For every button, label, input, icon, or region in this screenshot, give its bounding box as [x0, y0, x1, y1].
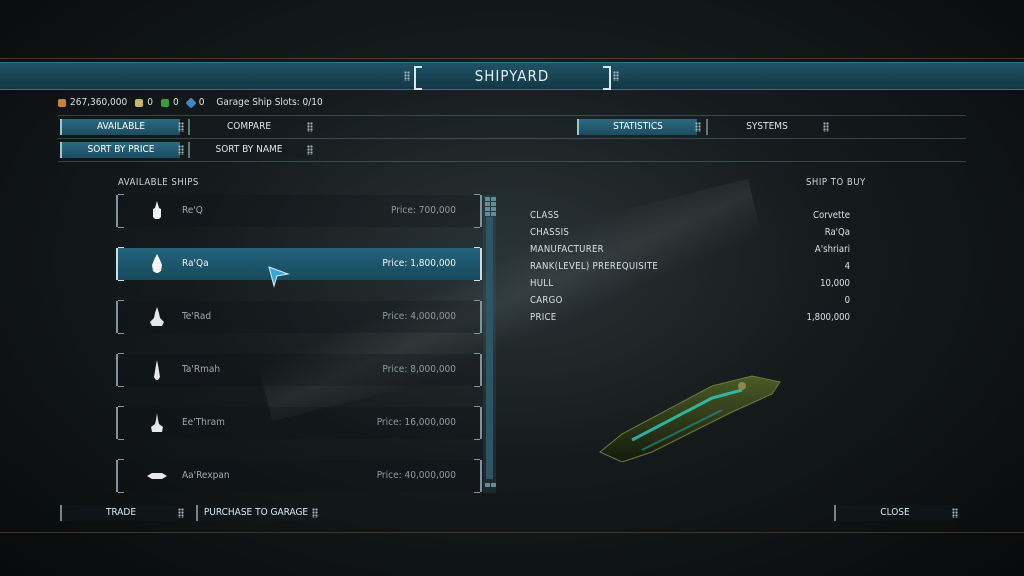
divider — [58, 138, 966, 139]
stat-value: 0 — [844, 295, 850, 306]
stat-value: A'shriari — [814, 244, 850, 255]
stat-value: 4 — [844, 261, 850, 272]
tab-statistics[interactable]: STATISTICS — [577, 119, 697, 135]
stat-row: MANUFACTURER A'shriari — [530, 241, 850, 258]
stat-row: PRICE 1,800,000 — [530, 309, 850, 326]
ship-name: Te'Rad — [182, 311, 212, 322]
title-bracket-right — [603, 66, 611, 90]
ship-item-raqa[interactable]: Ra'Qa Price: 1,800,000 — [116, 247, 482, 281]
stat-row: HULL 10,000 — [530, 275, 850, 292]
stat-value: 1,800,000 — [806, 312, 850, 323]
ship-name: Ee'Thram — [182, 417, 225, 428]
stat-label: MANUFACTURER — [530, 244, 604, 255]
resource-4-value: 0 — [198, 97, 205, 108]
crystal-icon — [160, 98, 169, 107]
stat-label: RANK(LEVEL) PREREQUISITE — [530, 261, 659, 272]
ship-silhouette-icon — [153, 201, 161, 219]
stat-row: RANK(LEVEL) PREREQUISITE 4 — [530, 258, 850, 275]
grip-icon — [695, 122, 701, 132]
garage-slots: Garage Ship Slots: 0/10 — [216, 97, 323, 108]
ship-silhouette-icon — [147, 473, 167, 479]
tab-systems[interactable]: SYSTEMS — [706, 119, 826, 135]
bottom-divider — [0, 532, 1024, 533]
ship-price: Price: 1,800,000 — [382, 258, 456, 269]
ship-to-buy-heading: SHIP TO BUY — [806, 177, 866, 188]
gear-icon — [135, 98, 144, 107]
title-bar: SHIPYARD — [0, 62, 1024, 90]
cursor-arrow-icon — [268, 266, 290, 288]
credits-value: 267,360,000 — [70, 97, 128, 108]
ship-name: Ra'Qa — [182, 258, 209, 269]
ship-list-scrollbar[interactable] — [483, 195, 496, 493]
stat-value: Corvette — [813, 210, 850, 221]
tab-available[interactable]: AVAILABLE — [60, 119, 180, 135]
divider — [58, 115, 966, 116]
resource-2-value: 0 — [147, 97, 153, 108]
tab-compare[interactable]: COMPARE — [188, 119, 308, 135]
scroll-down-icon[interactable] — [485, 483, 496, 488]
ship-price: Price: 8,000,000 — [382, 364, 456, 375]
grip-icon — [307, 122, 313, 132]
grip-icon — [312, 508, 318, 518]
divider — [58, 161, 966, 162]
ship-price: Price: 4,000,000 — [382, 311, 456, 322]
sort-by-name-button[interactable]: SORT BY NAME — [188, 142, 308, 158]
ship-item-terad[interactable]: Te'Rad Price: 4,000,000 — [116, 300, 482, 334]
top-divider — [0, 58, 1024, 59]
sort-by-price-button[interactable]: SORT BY PRICE — [60, 142, 180, 158]
grip-icon — [823, 122, 829, 132]
ship-statistics: CLASS Corvette CHASSIS Ra'Qa MANUFACTURER A… — [530, 207, 850, 326]
ship-silhouette-icon — [151, 413, 163, 432]
stat-row: CHASSIS Ra'Qa — [530, 224, 850, 241]
grip-icon — [178, 122, 184, 132]
ship-price: Price: 700,000 — [390, 205, 456, 216]
ship-silhouette-icon — [150, 307, 164, 326]
purchase-to-garage-button[interactable]: PURCHASE TO GARAGE — [196, 505, 314, 521]
stat-label: CHASSIS — [530, 227, 570, 238]
stat-label: HULL — [530, 278, 554, 289]
credits-icon — [58, 98, 66, 107]
stat-value: Ra'Qa — [824, 227, 850, 238]
ship-name: Ta'Rmah — [182, 364, 221, 375]
grip-icon — [952, 508, 958, 518]
grid-view-icon[interactable] — [485, 197, 496, 206]
ship-3d-preview — [599, 375, 781, 462]
stat-label: CLASS — [530, 210, 560, 221]
stat-row: CARGO 0 — [530, 292, 850, 309]
resource-bar: 267,360,000 0 0 0 Garage Ship Slots: 0/1… — [58, 96, 323, 109]
ship-item-tarmah[interactable]: Ta'Rmah Price: 8,000,000 — [116, 353, 482, 387]
ship-item-eethram[interactable]: Ee'Thram Price: 16,000,000 — [116, 406, 482, 440]
ship-item-req[interactable]: Re'Q Price: 700,000 — [116, 194, 482, 228]
ship-silhouette-icon — [152, 254, 162, 273]
gem-icon — [185, 96, 197, 109]
stat-label: CARGO — [530, 295, 563, 306]
ship-name: Aa'Rexpan — [182, 470, 230, 481]
close-button[interactable]: CLOSE — [834, 505, 954, 521]
ship-name: Re'Q — [182, 205, 203, 216]
page-title: SHIPYARD — [474, 67, 550, 85]
stat-row: CLASS Corvette — [530, 207, 850, 224]
ship-price: Price: 16,000,000 — [376, 417, 456, 428]
grip-icon — [178, 508, 184, 518]
stat-label: PRICE — [530, 312, 557, 323]
resource-3-value: 0 — [172, 97, 179, 108]
ship-item-aarexpan[interactable]: Aa'Rexpan Price: 40,000,000 — [116, 459, 482, 493]
available-ships-heading: AVAILABLE SHIPS — [118, 177, 199, 188]
stat-value: 10,000 — [820, 278, 850, 289]
trade-button[interactable]: TRADE — [60, 505, 180, 521]
grid-view-icon[interactable] — [485, 207, 496, 216]
ship-silhouette-icon — [154, 360, 160, 380]
grip-icon — [178, 145, 184, 155]
grip-icon — [307, 145, 313, 155]
ship-list: Re'Q Price: 700,000 Ra'Qa Price: 1,800,0… — [116, 193, 482, 493]
grip-icon — [613, 71, 619, 81]
ship-price: Price: 40,000,000 — [376, 470, 456, 481]
